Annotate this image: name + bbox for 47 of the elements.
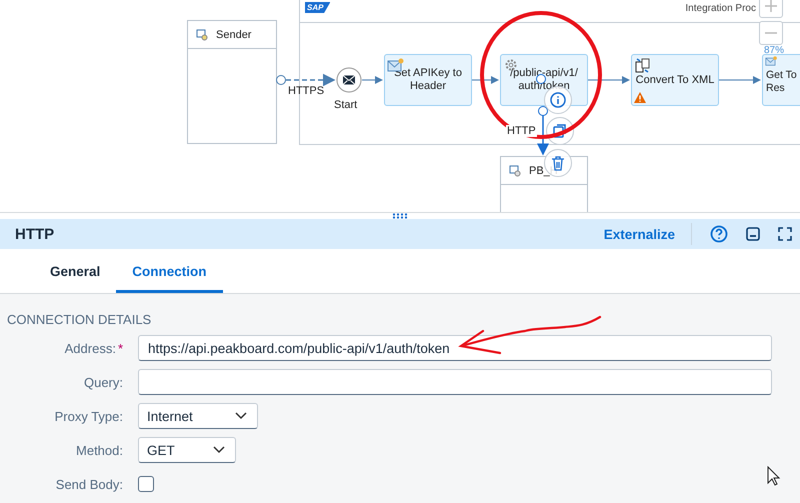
warning-icon: [634, 92, 646, 103]
start-event-icon[interactable]: [336, 67, 362, 93]
participant-icon: [509, 164, 521, 176]
process-step[interactable]: Get To Res: [762, 54, 800, 106]
chevron-down-icon: [213, 446, 225, 454]
field-label: Method:: [76, 442, 123, 458]
step-label: Start: [334, 99, 358, 111]
copy-icon: [553, 124, 567, 138]
participant-name: Sender: [216, 28, 252, 40]
sequence-flow-arrow: [472, 76, 499, 84]
process-step[interactable]: Convert To XML: [631, 54, 719, 106]
tab[interactable]: General: [34, 252, 116, 293]
sequence-flow-arrow: [718, 76, 761, 84]
query-field[interactable]: [138, 369, 772, 395]
expand-button[interactable]: [778, 227, 792, 241]
field-label: Query:: [84, 374, 123, 390]
dropdown[interactable]: Internet: [138, 403, 258, 429]
panel-title: HTTP: [15, 226, 54, 242]
sequence-flow-arrow: [362, 76, 383, 84]
converter-icon: [635, 58, 651, 73]
mouse-cursor-icon: [767, 466, 781, 486]
message-flow-arrow: [537, 115, 549, 156]
section-title: CONNECTION DETAILS: [7, 312, 152, 327]
field-label: Send Body:: [56, 476, 123, 492]
zoom-level: 87%: [764, 45, 784, 56]
sap-logo: SAP: [305, 2, 330, 13]
connection-label: HTTP: [506, 125, 537, 137]
chevron-down-icon: [235, 412, 247, 420]
participant-box[interactable]: Sender: [187, 20, 277, 144]
field-label: Address:: [64, 340, 116, 356]
zoom-in-icon: [765, 0, 777, 12]
sequence-flow-arrow: [588, 76, 630, 84]
splitter-handle[interactable]: [392, 213, 408, 219]
message-flow-arrow: [286, 74, 336, 86]
externalize-button[interactable]: Externalize: [604, 223, 692, 245]
dropdown[interactable]: GET: [138, 437, 236, 463]
address-field[interactable]: https://api.peakboard.com/public-api/v1/auth/token: [138, 335, 772, 361]
info-icon: [550, 92, 566, 108]
help-button[interactable]: [710, 225, 728, 243]
required-mark: *: [118, 340, 123, 356]
minimize-button[interactable]: [746, 227, 760, 241]
envelope-icon: [765, 56, 778, 66]
checkbox[interactable]: [138, 476, 154, 492]
field-label: Proxy Type:: [54, 408, 123, 424]
process-title: Integration Proc: [685, 3, 756, 14]
connection-label: HTTPS: [288, 85, 324, 97]
participant-icon: [196, 28, 208, 40]
